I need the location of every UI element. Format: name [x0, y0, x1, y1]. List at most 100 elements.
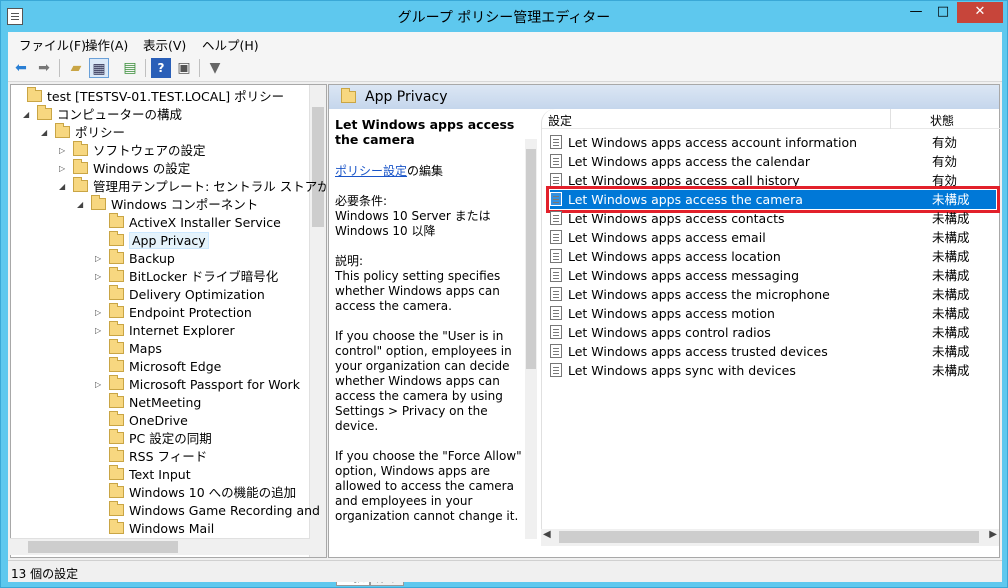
- tree-item[interactable]: App Privacy: [95, 231, 209, 250]
- tree-vertical-scrollbar[interactable]: [309, 85, 326, 557]
- tree-item[interactable]: ◢ 管理用テンプレート: セントラル ストアから取得: [59, 177, 326, 196]
- policy-setting-row[interactable]: Let Windows apps access the microphone 未構…: [550, 285, 996, 304]
- up-folder-icon[interactable]: ▰: [66, 58, 86, 78]
- expand-icon[interactable]: ▷: [95, 376, 101, 394]
- menu-file[interactable]: ファイル(F): [19, 35, 86, 54]
- policy-setting-row[interactable]: Let Windows apps sync with devices 未構成: [550, 361, 996, 380]
- tree-item[interactable]: ◢ ポリシー: [41, 123, 126, 142]
- tree-item-label: ポリシー: [75, 125, 126, 140]
- forward-arrow-icon[interactable]: ➡: [34, 58, 54, 78]
- tree-item[interactable]: test [TESTSV-01.TEST.LOCAL] ポリシー: [13, 87, 284, 106]
- tree-item[interactable]: ◢ Windows コンポーネント: [77, 195, 258, 214]
- tree-item[interactable]: Maps: [95, 339, 162, 358]
- tree-item[interactable]: ▷ ソフトウェアの設定: [59, 141, 206, 160]
- properties-icon[interactable]: ▣: [174, 58, 194, 78]
- tree-item-label: コンピューターの構成: [57, 107, 183, 122]
- tree-item[interactable]: ▷ Backup: [95, 249, 175, 268]
- description-label: 説明:: [335, 254, 364, 268]
- filter-icon[interactable]: ▼: [205, 58, 225, 78]
- expand-icon[interactable]: ▷: [95, 322, 101, 340]
- policy-setting-row[interactable]: Let Windows apps access the camera 未構成: [546, 186, 1000, 213]
- scroll-right-icon[interactable]: ▶: [989, 529, 997, 540]
- column-divider: [890, 109, 891, 129]
- edit-policy-suffix: の編集: [407, 164, 444, 178]
- tree-hscroll-thumb[interactable]: [28, 541, 178, 553]
- app-window: グループ ポリシー管理エディター — □ ✕ ファイル(F) 操作(A) 表示(…: [0, 0, 1008, 588]
- tree-item[interactable]: ▷ Windows の設定: [59, 159, 190, 178]
- policy-setting-row[interactable]: Let Windows apps access call history 有効: [550, 171, 996, 190]
- tree-scroll-thumb[interactable]: [312, 107, 324, 227]
- edit-policy-link[interactable]: ポリシー設定: [335, 164, 407, 178]
- expand-icon[interactable]: ▷: [59, 160, 65, 178]
- minimize-button[interactable]: —: [903, 2, 929, 23]
- tree-item[interactable]: NetMeeting: [95, 393, 201, 412]
- policy-setting-state: 未構成: [932, 192, 970, 207]
- tree-item[interactable]: Windows 10 への機能の追加: [95, 483, 296, 502]
- collapse-icon[interactable]: ◢: [41, 124, 47, 142]
- policy-setting-row[interactable]: Let Windows apps access location 未構成: [550, 247, 996, 266]
- export-icon[interactable]: ▤: [120, 58, 140, 78]
- menu-action[interactable]: 操作(A): [85, 35, 128, 54]
- tree-item[interactable]: ◢ コンピューターの構成: [23, 105, 183, 124]
- policy-setting-row[interactable]: Let Windows apps access trusted devices 未…: [550, 342, 996, 361]
- tree-item[interactable]: Text Input: [95, 465, 191, 484]
- policy-setting-state: 未構成: [932, 230, 970, 245]
- policy-setting-icon: [550, 363, 562, 377]
- back-arrow-icon[interactable]: ⬅: [11, 58, 31, 78]
- menu-bar: ファイル(F) 操作(A) 表示(V) ヘルプ(H): [8, 32, 1002, 54]
- folder-icon: [109, 411, 124, 426]
- collapse-icon[interactable]: ◢: [59, 178, 65, 196]
- pane-header: App Privacy: [329, 85, 999, 109]
- expand-icon[interactable]: ▷: [95, 268, 101, 286]
- folder-icon: [109, 429, 124, 444]
- tree-item[interactable]: PC 設定の同期: [95, 429, 212, 448]
- scroll-left-icon[interactable]: ◀: [543, 529, 551, 540]
- tree-horizontal-scrollbar[interactable]: [10, 538, 310, 555]
- expand-icon[interactable]: ▷: [59, 142, 65, 160]
- folder-icon: [109, 501, 124, 516]
- expand-icon[interactable]: ▷: [95, 250, 101, 268]
- policy-setting-row[interactable]: Let Windows apps access motion 未構成: [550, 304, 996, 323]
- column-state-header[interactable]: 状態: [930, 112, 954, 129]
- tree-item[interactable]: ▷ Microsoft Passport for Work: [95, 375, 300, 394]
- menu-view[interactable]: 表示(V): [143, 35, 186, 54]
- title-bar[interactable]: グループ ポリシー管理エディター — □ ✕: [1, 1, 1007, 32]
- console-tree[interactable]: test [TESTSV-01.TEST.LOCAL] ポリシー ◢ コンピューター…: [10, 84, 327, 558]
- maximize-button[interactable]: □: [930, 2, 956, 23]
- tree-item[interactable]: ▷ BitLocker ドライブ暗号化: [95, 267, 278, 286]
- tree-item[interactable]: ActiveX Installer Service: [95, 213, 281, 232]
- tree-item[interactable]: Delivery Optimization: [95, 285, 265, 304]
- tree-item[interactable]: Windows Mail: [95, 519, 214, 538]
- tree-item-label: ActiveX Installer Service: [129, 215, 281, 230]
- policy-setting-row[interactable]: Let Windows apps access the calendar 有効: [550, 152, 996, 171]
- policy-setting-row[interactable]: Let Windows apps access account informat…: [550, 133, 996, 152]
- collapse-icon[interactable]: ◢: [77, 196, 83, 214]
- list-hscroll-thumb[interactable]: [559, 531, 979, 543]
- tree-item[interactable]: Microsoft Edge: [95, 357, 222, 376]
- list-horizontal-scrollbar[interactable]: ◀ ▶: [541, 529, 999, 546]
- policy-setting-state: 有効: [932, 135, 958, 150]
- policy-setting-row[interactable]: Let Windows apps access contacts 未構成: [550, 209, 996, 228]
- settings-list: 設定 状態 Let Windows apps access account in…: [541, 109, 1000, 529]
- column-setting-header[interactable]: 設定: [548, 112, 572, 129]
- tree-item-label: Microsoft Edge: [129, 359, 222, 374]
- policy-title: Let Windows apps access the camera: [335, 117, 515, 147]
- description-scrollbar[interactable]: [525, 139, 537, 539]
- policy-setting-row[interactable]: Let Windows apps control radios 未構成: [550, 323, 996, 342]
- tree-item[interactable]: OneDrive: [95, 411, 188, 430]
- close-button[interactable]: ✕: [957, 2, 1003, 23]
- tree-item[interactable]: RSS フィード: [95, 447, 207, 466]
- tree-item[interactable]: ▷ Endpoint Protection: [95, 303, 252, 322]
- policy-setting-row[interactable]: Let Windows apps access messaging 未構成: [550, 266, 996, 285]
- collapse-icon[interactable]: ◢: [23, 106, 29, 124]
- policy-setting-state: 未構成: [932, 211, 970, 226]
- policy-setting-name: Let Windows apps access account informat…: [568, 135, 858, 150]
- tree-item[interactable]: ▷ Internet Explorer: [95, 321, 235, 340]
- expand-icon[interactable]: ▷: [95, 304, 101, 322]
- tree-item[interactable]: Windows Game Recording and: [95, 501, 320, 520]
- menu-help[interactable]: ヘルプ(H): [202, 35, 259, 54]
- description-scroll-thumb[interactable]: [526, 149, 536, 369]
- policy-setting-row[interactable]: Let Windows apps access email 未構成: [550, 228, 996, 247]
- help-icon[interactable]: ?: [151, 58, 171, 78]
- show-hide-tree-icon[interactable]: ▦: [89, 58, 109, 78]
